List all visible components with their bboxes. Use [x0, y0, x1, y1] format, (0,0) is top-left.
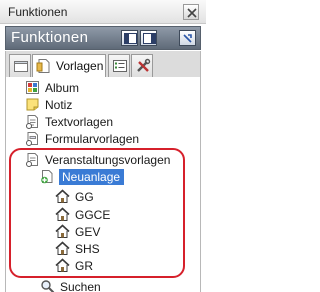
tree-item-label: GEV	[75, 224, 101, 239]
text-template-icon	[24, 113, 42, 130]
tree-item-neuanlage[interactable]: Neuanlage	[39, 168, 125, 185]
tree-item-formularvorlagen[interactable]: Formularvorlagen	[24, 130, 139, 147]
tree-item-label: Album	[45, 80, 80, 95]
layout-right-button[interactable]	[140, 30, 157, 46]
close-button[interactable]	[183, 4, 199, 20]
house-icon	[54, 206, 72, 223]
tree-item-label: Textvorlagen	[45, 114, 114, 129]
tree-item-album[interactable]: Album	[24, 79, 79, 96]
tab-vorlagen-label: Vorlagen	[56, 59, 104, 73]
search-icon	[39, 278, 57, 292]
note-icon	[24, 96, 42, 113]
window-title: Funktionen	[8, 5, 68, 19]
tree-item-label: GGCE	[75, 207, 111, 222]
tree-item-label: SHS	[75, 241, 100, 256]
tree-item-label: Veranstaltungsvorlagen	[45, 152, 171, 167]
layout-right-icon	[143, 33, 156, 44]
tree-item-shs[interactable]: SHS	[54, 240, 100, 257]
tree-item-label: GR	[75, 258, 93, 273]
tree-item-label: Notiz	[45, 97, 73, 112]
tree-item-label: Formularvorlagen	[45, 131, 140, 146]
house-icon	[54, 223, 72, 240]
window-titlebar: Funktionen	[0, 0, 206, 24]
form-template-icon	[24, 130, 42, 147]
tree-item-gev[interactable]: GEV	[54, 223, 100, 240]
tab-tools[interactable]	[131, 54, 153, 77]
tree-item-veranstaltungsvorlagen[interactable]: Veranstaltungsvorlagen	[24, 151, 170, 168]
tree-item-suchen[interactable]: Suchen	[39, 278, 101, 292]
close-icon	[187, 8, 197, 18]
album-icon	[24, 79, 42, 96]
tree-item-gr[interactable]: GR	[54, 257, 93, 274]
tab-strip: Vorlagen	[5, 51, 201, 78]
tools-icon	[137, 58, 151, 72]
tree-item-ggce[interactable]: GGCE	[54, 206, 110, 223]
pin-icon	[183, 34, 192, 43]
tree-item-label: GG	[75, 189, 94, 204]
tree-item-label: Neuanlage	[59, 168, 125, 185]
panel-title: Funktionen	[11, 29, 89, 46]
layout-left-button[interactable]	[121, 30, 138, 46]
template-page-icon	[36, 59, 50, 73]
event-template-icon	[24, 151, 42, 168]
pin-button[interactable]	[179, 30, 196, 46]
tree-item-label: Suchen	[60, 279, 101, 292]
house-icon	[54, 240, 72, 257]
new-document-icon	[39, 168, 57, 185]
tab-list[interactable]	[108, 54, 130, 77]
tab-blank[interactable]	[9, 54, 31, 77]
tree-item-textvorlagen[interactable]: Textvorlagen	[24, 113, 113, 130]
house-icon	[54, 188, 72, 205]
tab-vorlagen[interactable]: Vorlagen	[32, 54, 106, 78]
panel-header: Funktionen	[5, 26, 201, 50]
house-icon	[54, 257, 72, 274]
blank-page-icon	[14, 61, 28, 72]
layout-left-icon	[124, 33, 137, 44]
tree-item-gg[interactable]: GG	[54, 188, 94, 205]
list-icon	[113, 60, 127, 72]
tree-item-notiz[interactable]: Notiz	[24, 96, 72, 113]
